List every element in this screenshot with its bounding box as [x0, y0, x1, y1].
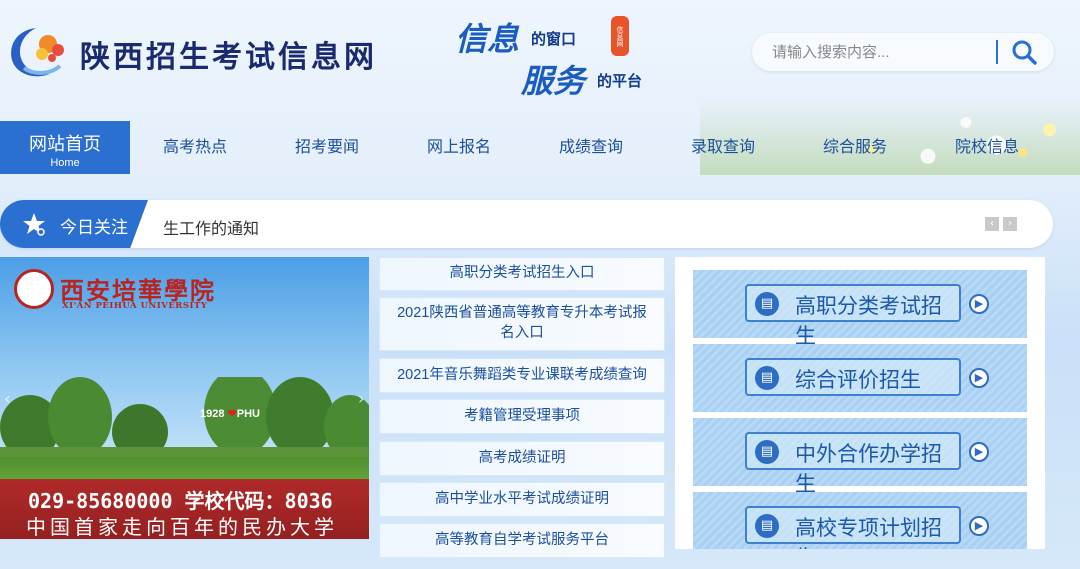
search-icon[interactable]: [1010, 39, 1038, 65]
quick-link-music-dance-score[interactable]: 2021年音乐舞蹈类专业课联考成绩查询: [379, 358, 665, 393]
quick-link-gaokao-certificate[interactable]: 高考成绩证明: [379, 441, 665, 476]
nav-item-online-signup[interactable]: 网上报名: [394, 121, 524, 174]
banner-sign-heart: ❤: [227, 408, 237, 420]
banner-footer: 029-85680000 学校代码：8036 中国首家走向百年的民办大学: [0, 479, 369, 539]
enroll-card-vocational[interactable]: ▤ 高职分类考试招生 ▶: [693, 270, 1027, 348]
star-icon: [23, 213, 45, 236]
enrollment-panel: ▤ 高职分类考试招生 ▶ ▤ 综合评价招生 ▶ ▤ 中外合作办学招生 ▶ ▤ 高…: [675, 257, 1045, 549]
enroll-card-frame: ▤ 综合评价招生: [745, 358, 961, 396]
site-title[interactable]: 陕西招生考试信息网: [80, 32, 377, 76]
ticker-prev-button[interactable]: ‹: [985, 217, 999, 231]
quick-link-vocational-entry[interactable]: 高职分类考试招生入口: [379, 257, 665, 291]
slogan-word-2: 服务: [521, 62, 586, 100]
enroll-card-label: 高校专项计划招生: [795, 517, 942, 549]
slogan-suffix-2: 的平台: [597, 72, 643, 90]
banner-prev-arrow-icon[interactable]: ‹: [4, 389, 10, 408]
banner-campus-sign: 1928 ❤PHU: [200, 407, 260, 420]
nav-item-news[interactable]: 招考要闻: [262, 121, 392, 174]
document-icon: ▤: [755, 366, 779, 390]
arrow-right-icon: ▶: [969, 516, 989, 536]
enroll-card-comprehensive[interactable]: ▤ 综合评价招生 ▶: [693, 344, 1027, 412]
nav-item-admission-query[interactable]: 录取查询: [658, 121, 788, 174]
main-nav: 网站首页 Home 高考热点 招考要闻 网上报名 成绩查询 录取查询 综合服务 …: [0, 121, 1080, 174]
ticker-label: 今日关注: [60, 218, 128, 237]
slogan-seal: 信息网: [611, 16, 629, 56]
ticker-header: 今日关注: [0, 200, 148, 248]
enroll-card-label: 综合评价招生: [795, 369, 921, 392]
banner-school-name-en: XI'AN PEIHUA UNIVERSITY: [62, 301, 208, 311]
focus-ticker: 今日关注 生工作的通知 ‹ ›: [0, 200, 1053, 248]
search-box: [752, 33, 1054, 71]
banner-phone: 029-85680000 学校代码：8036: [28, 489, 333, 513]
document-icon: ▤: [755, 292, 779, 316]
enroll-card-joint-program[interactable]: ▤ 中外合作办学招生 ▶: [693, 418, 1027, 496]
slogan: 信息 的窗口 服务 的平台 信息网: [455, 12, 665, 100]
site-logo-icon[interactable]: [4, 22, 72, 82]
enroll-card-label: 中外合作办学招生: [795, 443, 942, 496]
quick-link-self-study-platform[interactable]: 高等教育自学考试服务平台: [379, 523, 665, 558]
arrow-right-icon: ▶: [969, 442, 989, 462]
slogan-word-1: 信息: [455, 20, 520, 58]
school-logo-icon: [14, 269, 54, 309]
nav-item-sublabel: Home: [50, 157, 80, 169]
ad-banner[interactable]: 1928 ❤PHU 西安培華學院 XI'AN PEIHUA UNIVERSITY…: [0, 257, 369, 539]
nav-item-score-query[interactable]: 成绩查询: [526, 121, 656, 174]
nav-item-home[interactable]: 网站首页 Home: [0, 121, 130, 174]
enroll-card-frame: ▤ 高校专项计划招生: [745, 506, 961, 549]
document-icon: ▤: [755, 514, 779, 538]
document-icon: ▤: [755, 440, 779, 464]
enroll-card-frame: ▤ 高职分类考试招生: [745, 284, 961, 348]
search-divider: [996, 40, 998, 64]
ticker-next-button[interactable]: ›: [1003, 217, 1017, 231]
enroll-card-frame: ▤ 中外合作办学招生: [745, 432, 961, 496]
arrow-right-icon: ▶: [969, 368, 989, 388]
enroll-card-label: 高职分类考试招生: [795, 295, 942, 348]
banner-sign-text: PHU: [236, 408, 260, 420]
nav-item-colleges[interactable]: 院校信息: [922, 121, 1052, 174]
site-header: 陕西招生考试信息网 信息 的窗口 服务 的平台 信息网: [0, 0, 1080, 100]
quick-link-exam-records[interactable]: 考籍管理受理事项: [379, 399, 665, 434]
enroll-card-special-plan[interactable]: ▤ 高校专项计划招生 ▶: [693, 492, 1027, 549]
quick-link-upgrade-signup[interactable]: 2021陕西省普通高等教育专升本考试报名入口: [379, 297, 665, 351]
quick-link-academic-level-certificate[interactable]: 高中学业水平考试成绩证明: [379, 482, 665, 517]
banner-next-arrow-icon[interactable]: ›: [358, 389, 364, 408]
search-input[interactable]: [772, 39, 982, 65]
ticker-headline[interactable]: 生工作的通知: [163, 215, 259, 239]
banner-motto: 中国首家走向百年的民办大学: [26, 517, 338, 539]
nav-item-gaokao-hot[interactable]: 高考热点: [130, 121, 260, 174]
nav-item-label: 网站首页: [29, 134, 101, 154]
slogan-suffix-1: 的窗口: [531, 30, 577, 48]
arrow-right-icon: ▶: [969, 294, 989, 314]
nav-item-services[interactable]: 综合服务: [790, 121, 920, 174]
banner-sign-year: 1928: [200, 408, 225, 420]
